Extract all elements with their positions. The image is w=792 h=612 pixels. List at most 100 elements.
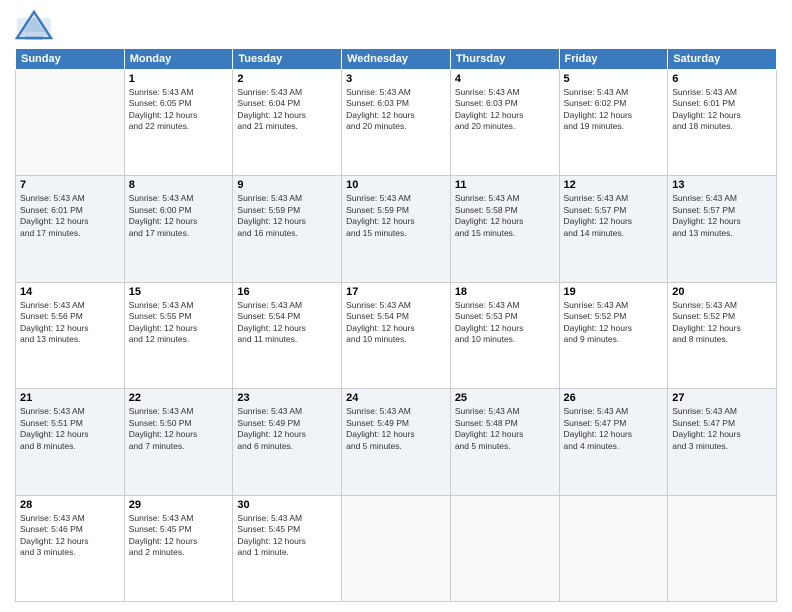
calendar-cell: 23Sunrise: 5:43 AM Sunset: 5:49 PM Dayli…	[233, 389, 342, 495]
header	[15, 10, 777, 40]
weekday-header-row: SundayMondayTuesdayWednesdayThursdayFrid…	[16, 49, 777, 70]
calendar-cell	[559, 495, 668, 601]
day-number: 20	[672, 286, 772, 298]
day-info: Sunrise: 5:43 AM Sunset: 5:59 PM Dayligh…	[346, 193, 446, 239]
calendar-cell: 5 Sunrise: 5:43 AM Sunset: 6:02 PM Daylig…	[559, 70, 668, 176]
day-number: 4	[455, 73, 555, 85]
day-info: Sunrise: 5:43 AM Sunset: 5:49 PM Dayligh…	[237, 406, 337, 452]
calendar-cell: 3 Sunrise: 5:43 AM Sunset: 6:03 PM Daylig…	[342, 70, 451, 176]
calendar-cell: 18 Sunrise: 5:43 AM Sunset: 5:53 PM Dayli…	[450, 282, 559, 388]
calendar-cell: 4 Sunrise: 5:43 AM Sunset: 6:03 PM Daylig…	[450, 70, 559, 176]
day-number: 24	[346, 392, 446, 404]
calendar-cell: 25Sunrise: 5:43 AM Sunset: 5:48 PM Dayli…	[450, 389, 559, 495]
day-number: 28	[20, 499, 120, 511]
calendar-cell: 1Sunrise: 5:43 AM Sunset: 6:05 PM Daylig…	[124, 70, 233, 176]
weekday-header-wednesday: Wednesday	[342, 49, 451, 70]
day-number: 3	[346, 73, 446, 85]
calendar-cell: 17 Sunrise: 5:43 AM Sunset: 5:54 PM Dayli…	[342, 282, 451, 388]
day-number: 9	[237, 179, 337, 191]
day-info: Sunrise: 5:43 AM Sunset: 5:56 PM Dayligh…	[20, 300, 120, 346]
day-info: Sunrise: 5:43 AM Sunset: 5:49 PM Dayligh…	[346, 406, 446, 452]
weekday-header-sunday: Sunday	[16, 49, 125, 70]
week-row-3: 14 Sunrise: 5:43 AM Sunset: 5:56 PM Dayli…	[16, 282, 777, 388]
day-info: Sunrise: 5:43 AM Sunset: 5:53 PM Dayligh…	[455, 300, 555, 346]
weekday-header-saturday: Saturday	[668, 49, 777, 70]
weekday-header-monday: Monday	[124, 49, 233, 70]
day-number: 30	[237, 499, 337, 511]
day-number: 18	[455, 286, 555, 298]
calendar-cell: 11Sunrise: 5:43 AM Sunset: 5:58 PM Dayli…	[450, 176, 559, 282]
calendar-cell: 21 Sunrise: 5:43 AM Sunset: 5:51 PM Dayli…	[16, 389, 125, 495]
day-number: 7	[20, 179, 120, 191]
day-info: Sunrise: 5:43 AM Sunset: 6:04 PM Dayligh…	[237, 87, 337, 133]
calendar-cell: 15 Sunrise: 5:43 AM Sunset: 5:55 PM Dayli…	[124, 282, 233, 388]
day-info: Sunrise: 5:43 AM Sunset: 5:59 PM Dayligh…	[237, 193, 337, 239]
calendar-cell	[16, 70, 125, 176]
weekday-header-tuesday: Tuesday	[233, 49, 342, 70]
calendar-cell: 13 Sunrise: 5:43 AM Sunset: 5:57 PM Dayli…	[668, 176, 777, 282]
calendar: SundayMondayTuesdayWednesdayThursdayFrid…	[15, 48, 777, 602]
day-info: Sunrise: 5:43 AM Sunset: 5:50 PM Dayligh…	[129, 406, 229, 452]
day-number: 21	[20, 392, 120, 404]
calendar-cell	[450, 495, 559, 601]
day-number: 15	[129, 286, 229, 298]
day-number: 12	[564, 179, 664, 191]
day-number: 6	[672, 73, 772, 85]
calendar-cell	[342, 495, 451, 601]
day-info: Sunrise: 5:43 AM Sunset: 6:00 PM Dayligh…	[129, 193, 229, 239]
day-info: Sunrise: 5:43 AM Sunset: 6:01 PM Dayligh…	[20, 193, 120, 239]
calendar-cell: 16 Sunrise: 5:43 AM Sunset: 5:54 PM Dayli…	[233, 282, 342, 388]
day-info: Sunrise: 5:43 AM Sunset: 5:47 PM Dayligh…	[564, 406, 664, 452]
day-info: Sunrise: 5:43 AM Sunset: 5:51 PM Dayligh…	[20, 406, 120, 452]
calendar-cell: 27Sunrise: 5:43 AM Sunset: 5:47 PM Dayli…	[668, 389, 777, 495]
day-info: Sunrise: 5:43 AM Sunset: 6:03 PM Dayligh…	[346, 87, 446, 133]
week-row-2: 7 Sunrise: 5:43 AM Sunset: 6:01 PM Daylig…	[16, 176, 777, 282]
calendar-cell: 12Sunrise: 5:43 AM Sunset: 5:57 PM Dayli…	[559, 176, 668, 282]
calendar-cell: 26 Sunrise: 5:43 AM Sunset: 5:47 PM Dayli…	[559, 389, 668, 495]
calendar-cell: 6 Sunrise: 5:43 AM Sunset: 6:01 PM Daylig…	[668, 70, 777, 176]
day-info: Sunrise: 5:43 AM Sunset: 6:05 PM Dayligh…	[129, 87, 229, 133]
calendar-cell: 9 Sunrise: 5:43 AM Sunset: 5:59 PM Daylig…	[233, 176, 342, 282]
calendar-cell: 28 Sunrise: 5:43 AM Sunset: 5:46 PM Dayli…	[16, 495, 125, 601]
day-info: Sunrise: 5:43 AM Sunset: 5:54 PM Dayligh…	[237, 300, 337, 346]
calendar-cell: 20 Sunrise: 5:43 AM Sunset: 5:52 PM Dayli…	[668, 282, 777, 388]
day-info: Sunrise: 5:43 AM Sunset: 6:02 PM Dayligh…	[564, 87, 664, 133]
logo-icon	[15, 10, 53, 40]
calendar-cell: 22Sunrise: 5:43 AM Sunset: 5:50 PM Dayli…	[124, 389, 233, 495]
calendar-cell: 8 Sunrise: 5:43 AM Sunset: 6:00 PM Daylig…	[124, 176, 233, 282]
day-number: 19	[564, 286, 664, 298]
day-number: 14	[20, 286, 120, 298]
calendar-cell: 30Sunrise: 5:43 AM Sunset: 5:45 PM Dayli…	[233, 495, 342, 601]
week-row-5: 28 Sunrise: 5:43 AM Sunset: 5:46 PM Dayli…	[16, 495, 777, 601]
page: SundayMondayTuesdayWednesdayThursdayFrid…	[0, 0, 792, 612]
day-number: 26	[564, 392, 664, 404]
calendar-cell: 24 Sunrise: 5:43 AM Sunset: 5:49 PM Dayli…	[342, 389, 451, 495]
day-number: 2	[237, 73, 337, 85]
day-number: 5	[564, 73, 664, 85]
week-row-4: 21 Sunrise: 5:43 AM Sunset: 5:51 PM Dayli…	[16, 389, 777, 495]
week-row-1: 1Sunrise: 5:43 AM Sunset: 6:05 PM Daylig…	[16, 70, 777, 176]
day-number: 29	[129, 499, 229, 511]
day-number: 11	[455, 179, 555, 191]
day-info: Sunrise: 5:43 AM Sunset: 5:55 PM Dayligh…	[129, 300, 229, 346]
day-info: Sunrise: 5:43 AM Sunset: 5:52 PM Dayligh…	[564, 300, 664, 346]
day-info: Sunrise: 5:43 AM Sunset: 5:45 PM Dayligh…	[129, 513, 229, 559]
day-info: Sunrise: 5:43 AM Sunset: 5:52 PM Dayligh…	[672, 300, 772, 346]
day-number: 13	[672, 179, 772, 191]
day-number: 17	[346, 286, 446, 298]
day-info: Sunrise: 5:43 AM Sunset: 6:03 PM Dayligh…	[455, 87, 555, 133]
calendar-cell	[668, 495, 777, 601]
day-info: Sunrise: 5:43 AM Sunset: 5:57 PM Dayligh…	[672, 193, 772, 239]
day-info: Sunrise: 5:43 AM Sunset: 6:01 PM Dayligh…	[672, 87, 772, 133]
calendar-cell: 7 Sunrise: 5:43 AM Sunset: 6:01 PM Daylig…	[16, 176, 125, 282]
calendar-cell: 2 Sunrise: 5:43 AM Sunset: 6:04 PM Daylig…	[233, 70, 342, 176]
calendar-cell: 29 Sunrise: 5:43 AM Sunset: 5:45 PM Dayli…	[124, 495, 233, 601]
day-info: Sunrise: 5:43 AM Sunset: 5:46 PM Dayligh…	[20, 513, 120, 559]
day-info: Sunrise: 5:43 AM Sunset: 5:47 PM Dayligh…	[672, 406, 772, 452]
weekday-header-thursday: Thursday	[450, 49, 559, 70]
day-info: Sunrise: 5:43 AM Sunset: 5:54 PM Dayligh…	[346, 300, 446, 346]
calendar-cell: 19 Sunrise: 5:43 AM Sunset: 5:52 PM Dayli…	[559, 282, 668, 388]
day-number: 8	[129, 179, 229, 191]
calendar-cell: 14 Sunrise: 5:43 AM Sunset: 5:56 PM Dayli…	[16, 282, 125, 388]
day-number: 16	[237, 286, 337, 298]
